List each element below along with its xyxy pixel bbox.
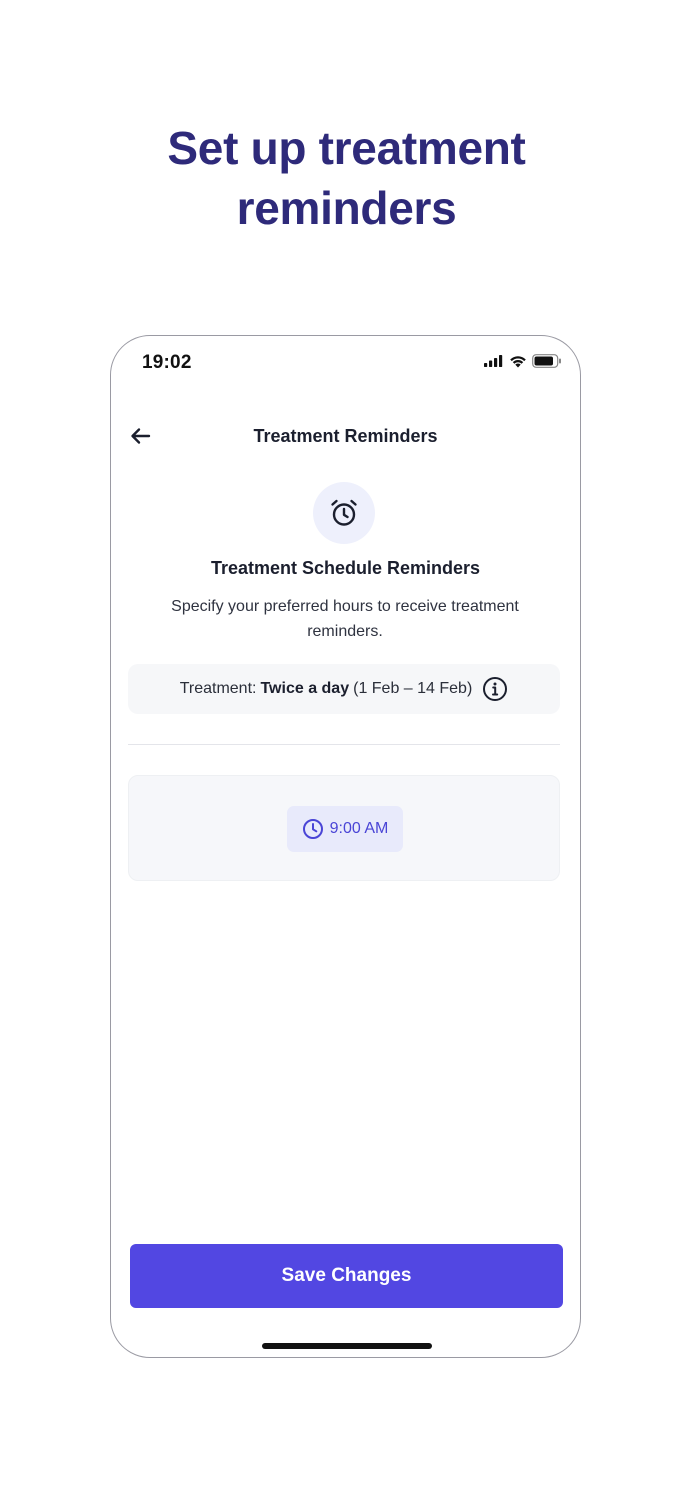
section-description: Specify your preferred hours to receive … — [171, 598, 519, 640]
headline-line-1: Set up treatment — [167, 122, 526, 174]
alarm-icon-badge — [313, 482, 375, 544]
status-time: 19:02 — [142, 352, 192, 373]
phone-frame: 19:02 Treatment Reminders Treatment Sche… — [110, 335, 581, 1358]
wifi-icon — [510, 355, 526, 367]
section-title: Treatment Schedule Reminders — [210, 558, 481, 578]
home-indicator[interactable] — [262, 1343, 432, 1349]
headline-line-2: reminders — [236, 182, 457, 234]
info-icon[interactable] — [482, 676, 508, 702]
clock-icon — [302, 819, 323, 839]
reminder-times-list: 9:00 AM — [128, 775, 560, 881]
treatment-frequency: Twice a day — [260, 680, 350, 697]
treatment-date-range: (1 Feb – 14 Feb) — [353, 680, 473, 697]
reminder-time-value: 9:00 AM — [329, 820, 389, 837]
alarm-clock-icon — [331, 499, 357, 526]
battery-icon — [532, 354, 561, 368]
treatment-label: Treatment: — [179, 680, 257, 697]
marketing-headline: Set up treatment reminders — [0, 118, 693, 238]
treatment-summary: Treatment: Twice a day (1 Feb – 14 Feb) — [128, 664, 560, 714]
divider — [128, 744, 560, 745]
reminder-time-chip[interactable]: 9:00 AM — [287, 806, 403, 852]
signal-icon — [484, 355, 503, 367]
save-changes-button[interactable]: Save Changes — [130, 1244, 563, 1308]
status-icons — [484, 354, 562, 368]
page-title: Treatment Reminders — [253, 426, 438, 446]
